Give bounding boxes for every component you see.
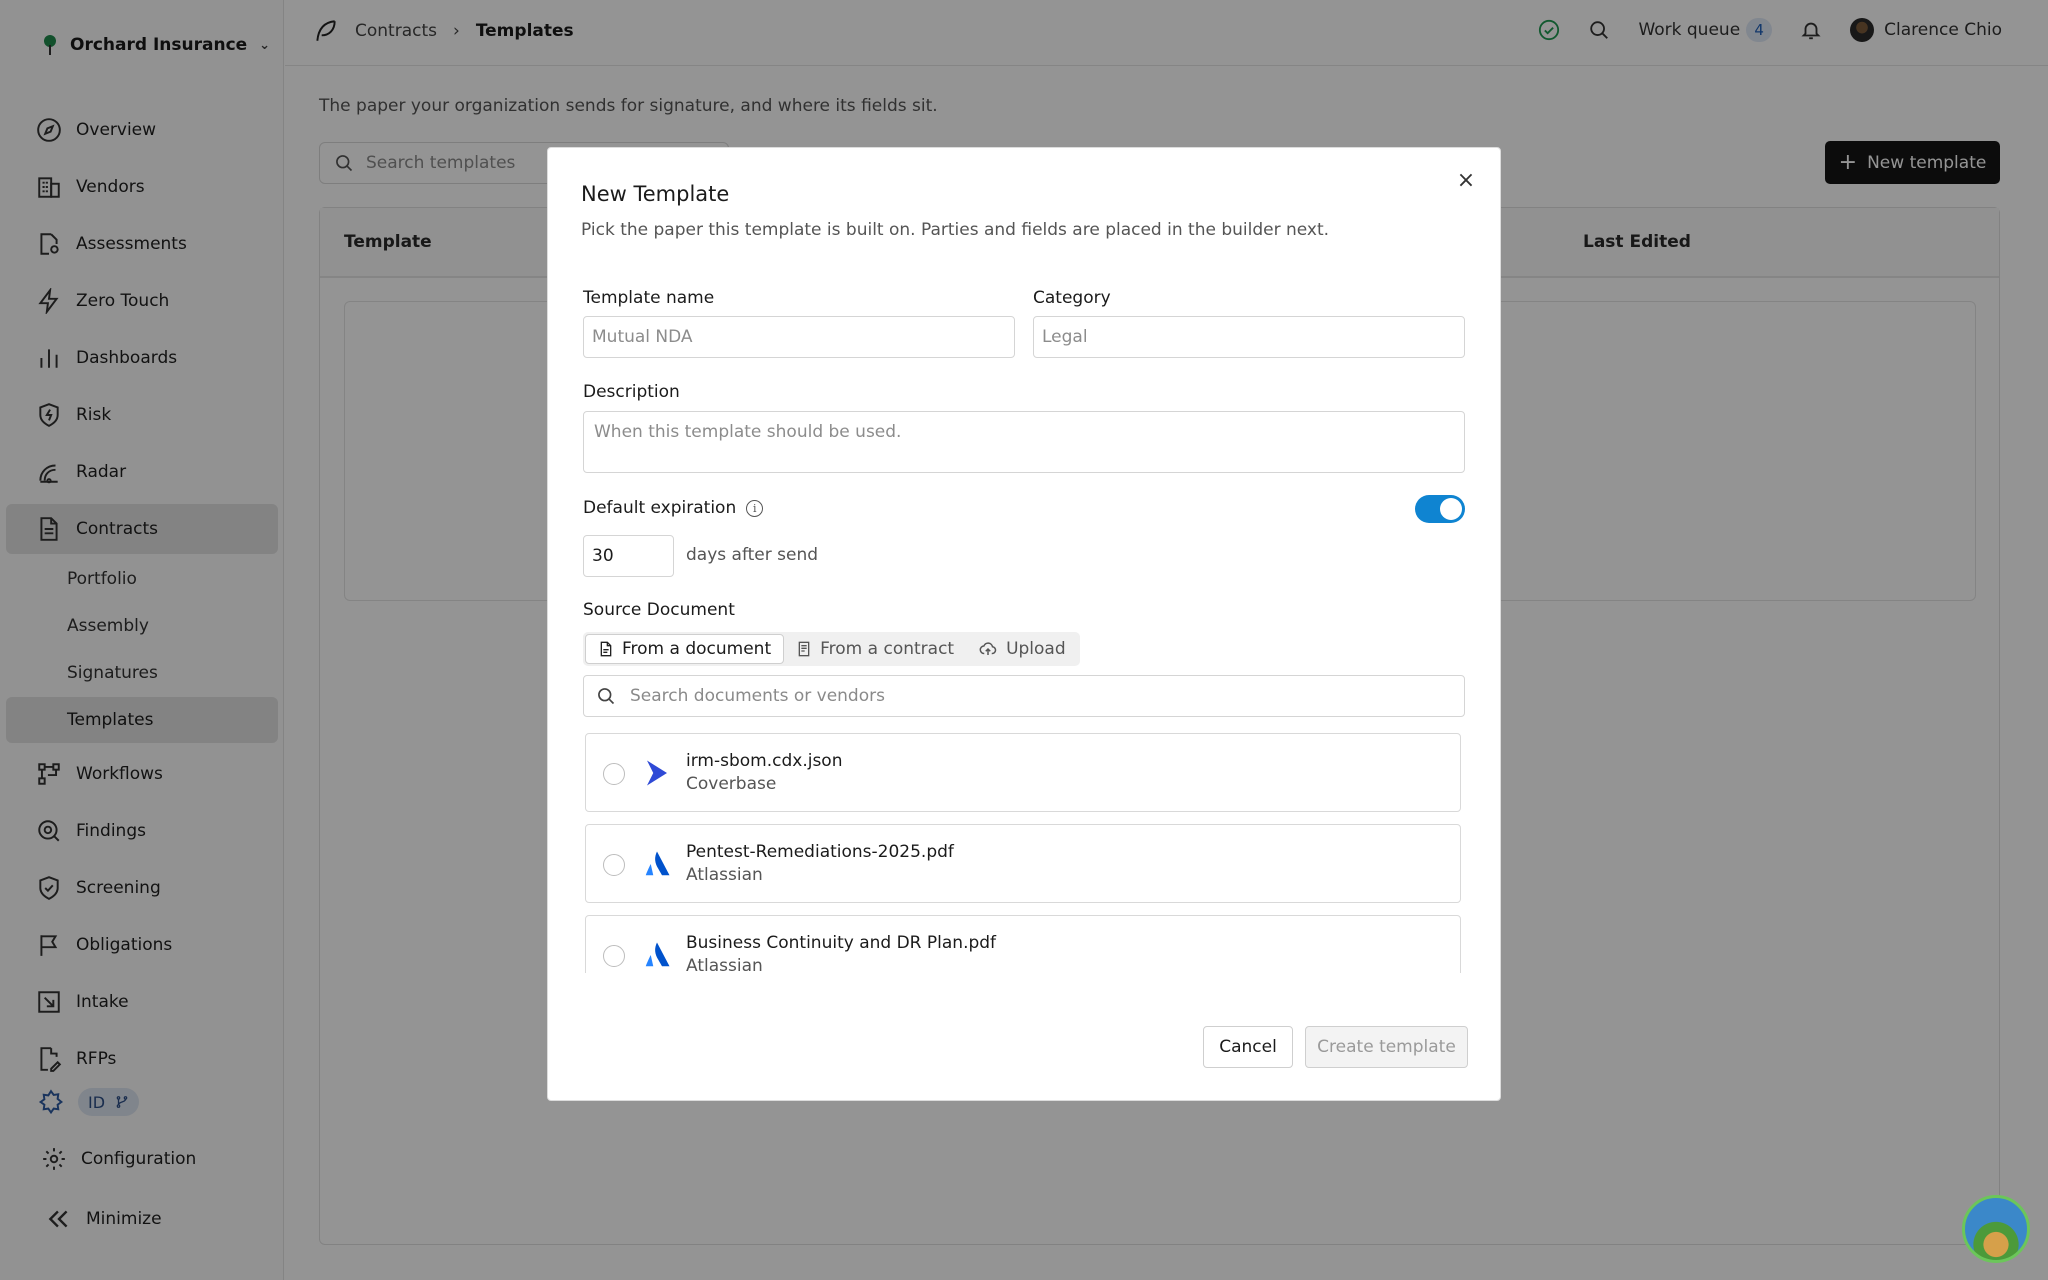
document-name: Pentest-Remediations-2025.pdf bbox=[686, 842, 954, 862]
document-vendor: Atlassian bbox=[686, 956, 763, 973]
document-search-input[interactable]: Search documents or vendors bbox=[583, 675, 1465, 717]
list-item[interactable]: irm-sbom.cdx.json Coverbase bbox=[585, 733, 1461, 812]
coverbase-logo-icon bbox=[647, 760, 667, 786]
tab-upload[interactable]: Upload bbox=[966, 634, 1078, 664]
tab-label: From a document bbox=[622, 639, 772, 659]
cloud-upload-icon bbox=[979, 642, 997, 655]
expiration-days-input[interactable]: 30 bbox=[583, 535, 674, 577]
tab-from-a-contract[interactable]: From a contract bbox=[784, 634, 966, 664]
tab-label: Upload bbox=[1006, 639, 1066, 659]
document-icon bbox=[600, 641, 612, 657]
create-template-button[interactable]: Create template bbox=[1305, 1026, 1468, 1068]
cancel-button[interactable]: Cancel bbox=[1203, 1026, 1293, 1068]
radio-button[interactable] bbox=[603, 854, 625, 876]
category-placeholder: Legal bbox=[1042, 327, 1088, 347]
document-list[interactable]: irm-sbom.cdx.json Coverbase Pentest-Reme… bbox=[583, 733, 1465, 973]
modal-description: Pick the paper this template is built on… bbox=[581, 220, 1330, 240]
close-icon[interactable]: × bbox=[1454, 168, 1478, 193]
expiration-days-suffix: days after send bbox=[686, 545, 819, 565]
tab-label: From a contract bbox=[820, 639, 955, 659]
info-icon[interactable]: i bbox=[746, 499, 764, 517]
tab-from-a-document[interactable]: From a document bbox=[585, 634, 785, 664]
list-item[interactable]: Business Continuity and DR Plan.pdf Atla… bbox=[585, 915, 1461, 973]
default-expiration-label: Default expiration i bbox=[583, 498, 764, 518]
category-input[interactable]: Legal bbox=[1033, 316, 1465, 358]
default-expiration-text: Default expiration bbox=[583, 498, 737, 518]
toggle-knob bbox=[1440, 498, 1462, 520]
contract-icon bbox=[798, 641, 810, 657]
template-name-placeholder: Mutual NDA bbox=[592, 327, 693, 347]
radio-button[interactable] bbox=[603, 763, 625, 785]
source-tabs: From a document From a contract Upload bbox=[583, 632, 1080, 666]
new-template-modal: × New Template Pick the paper this templ… bbox=[547, 147, 1501, 1101]
atlassian-logo-icon bbox=[645, 851, 670, 876]
description-placeholder: When this template should be used. bbox=[594, 422, 902, 442]
document-name: Business Continuity and DR Plan.pdf bbox=[686, 933, 997, 953]
atlassian-logo-icon bbox=[645, 942, 670, 967]
default-expiration-toggle[interactable] bbox=[1415, 495, 1465, 523]
assistant-launcher-icon[interactable] bbox=[1962, 1195, 2030, 1263]
category-label: Category bbox=[1033, 288, 1111, 308]
document-vendor: Coverbase bbox=[686, 774, 777, 794]
description-label: Description bbox=[583, 382, 680, 402]
description-textarea[interactable]: When this template should be used. bbox=[583, 411, 1465, 473]
radio-button[interactable] bbox=[603, 945, 625, 967]
source-document-label: Source Document bbox=[583, 600, 735, 620]
document-search-placeholder: Search documents or vendors bbox=[630, 686, 885, 706]
modal-title: New Template bbox=[581, 182, 730, 206]
document-vendor: Atlassian bbox=[686, 865, 763, 885]
list-item[interactable]: Pentest-Remediations-2025.pdf Atlassian bbox=[585, 824, 1461, 903]
template-name-label: Template name bbox=[583, 288, 715, 308]
template-name-input[interactable]: Mutual NDA bbox=[583, 316, 1015, 358]
document-name: irm-sbom.cdx.json bbox=[686, 751, 843, 771]
search-icon bbox=[598, 688, 615, 705]
